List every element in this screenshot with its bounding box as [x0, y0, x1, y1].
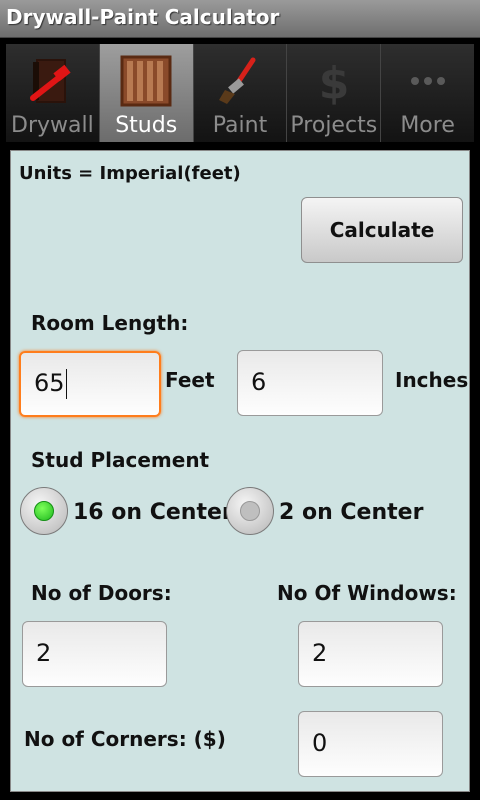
radio-16-on-center[interactable]: [20, 487, 68, 535]
paintbrush-icon: [218, 57, 256, 104]
tab-more[interactable]: More: [381, 44, 474, 142]
room-length-inches-input[interactable]: 6: [237, 350, 383, 416]
radio-16-on-center-label[interactable]: 16 on Center: [73, 500, 233, 525]
inches-label: Inches: [395, 368, 469, 392]
corners-label: No of Corners: ($): [24, 727, 226, 751]
stud-placement-label: Stud Placement: [31, 448, 210, 472]
svg-text:$: $: [318, 58, 349, 108]
doors-label: No of Doors:: [31, 581, 172, 605]
tab-studs[interactable]: Studs: [99, 44, 194, 142]
tab-label: More: [400, 113, 455, 138]
studs-form: Units = Imperial(feet) Calculate Room Le…: [10, 150, 470, 792]
app-title: Drywall-Paint Calculator: [6, 5, 280, 29]
tab-label: Drywall: [11, 113, 94, 138]
windows-value: 2: [312, 639, 328, 667]
radio-dot: [240, 501, 260, 521]
tab-label: Projects: [290, 113, 378, 138]
units-label: Units = Imperial(feet): [19, 163, 241, 184]
radio-2-on-center-label[interactable]: 2 on Center: [279, 500, 423, 525]
feet-label: Feet: [165, 368, 215, 392]
tab-label: Studs: [115, 113, 178, 138]
doors-input[interactable]: 2: [22, 621, 167, 687]
feet-value: 65: [34, 369, 65, 397]
dollar-icon: $: [318, 58, 349, 108]
doors-value: 2: [36, 639, 52, 667]
inches-value: 6: [251, 368, 267, 396]
more-dots-icon: [410, 77, 445, 85]
hammer-icon: [30, 59, 71, 103]
windows-input[interactable]: 2: [298, 621, 443, 687]
tab-bar: Drywall Studs Paint $ Projects More: [6, 44, 474, 142]
corners-input[interactable]: 0: [298, 711, 443, 777]
studs-icon: [120, 55, 172, 107]
windows-label: No Of Windows:: [277, 581, 457, 605]
radio-dot: [34, 501, 54, 521]
calculate-button[interactable]: Calculate: [301, 197, 463, 263]
room-length-label: Room Length:: [31, 311, 189, 335]
title-bar: Drywall-Paint Calculator: [0, 0, 480, 38]
tab-label: Paint: [212, 113, 268, 138]
tab-paint[interactable]: Paint: [193, 44, 288, 142]
tab-drywall[interactable]: Drywall: [6, 44, 100, 142]
tab-projects[interactable]: $ Projects: [287, 44, 382, 142]
room-length-feet-input[interactable]: 65: [19, 351, 161, 417]
radio-2-on-center[interactable]: [226, 487, 274, 535]
text-caret: [65, 369, 67, 399]
corners-value: 0: [312, 729, 328, 757]
